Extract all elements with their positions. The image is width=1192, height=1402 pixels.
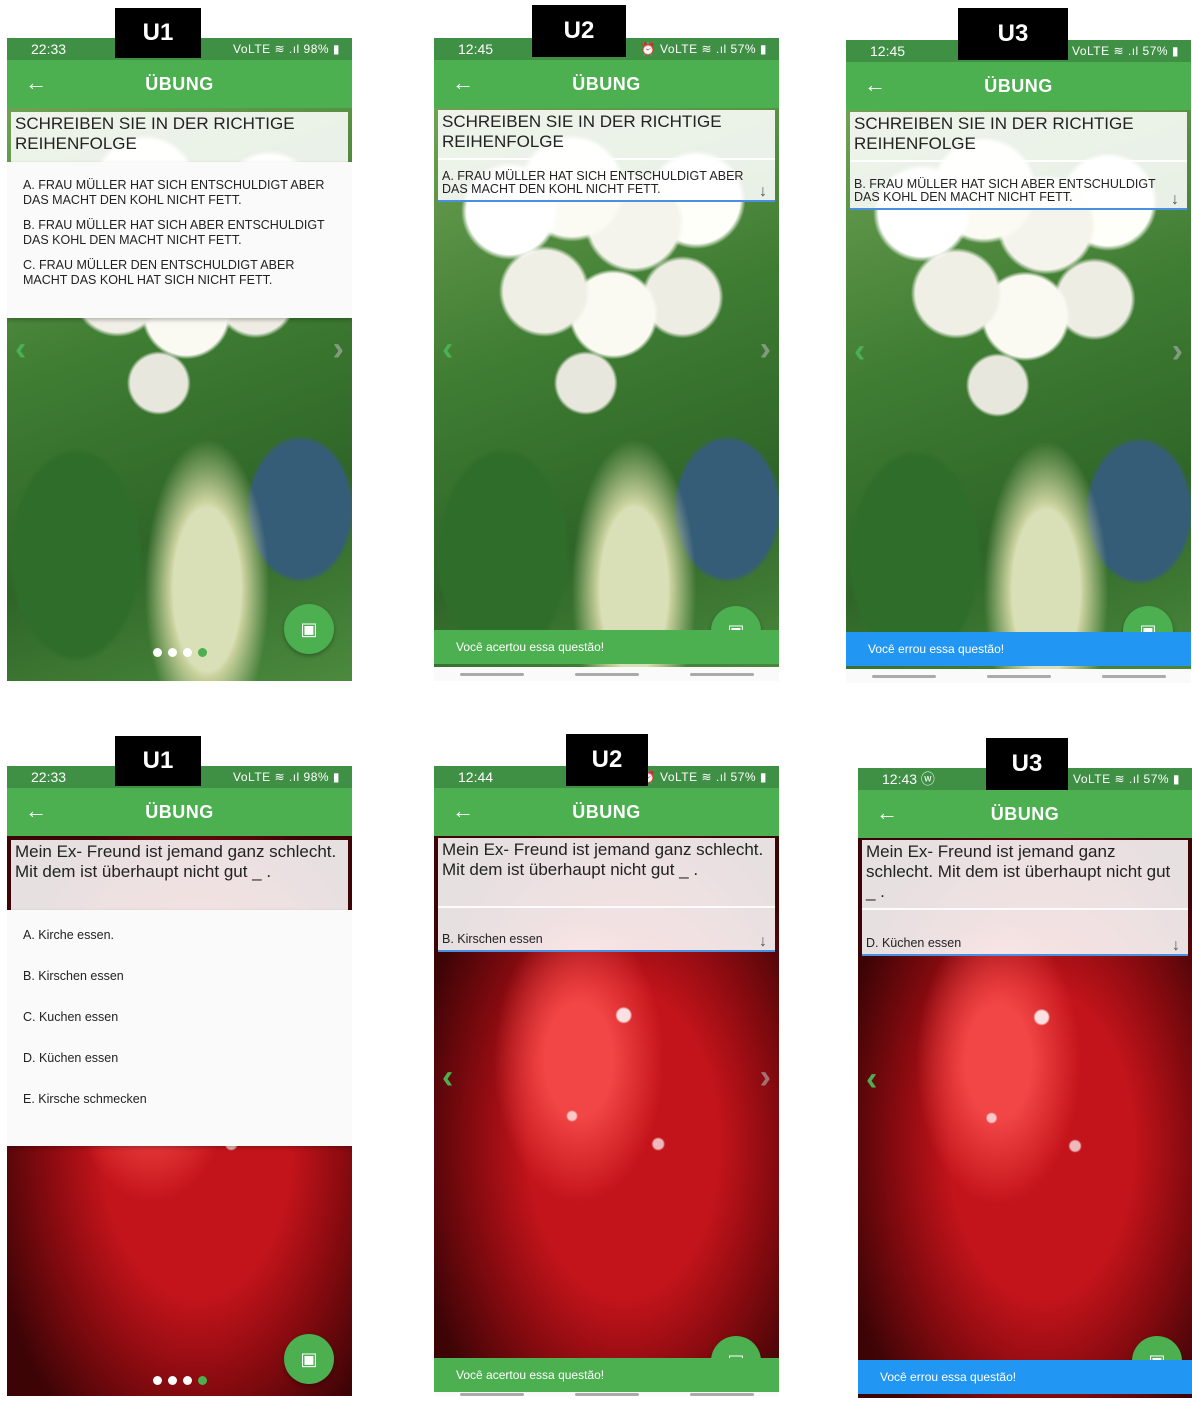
status-time: 12:45 — [870, 43, 906, 59]
question-text: Mein Ex- Freund ist jemand ganz schlecht… — [438, 838, 775, 908]
option-b[interactable]: B. Kirschen essen — [7, 965, 352, 1006]
app-bar: ← ÜBUNG — [7, 60, 352, 108]
status-icons: ⏰ VoLTE ≋ .ıl 57% ▮ — [640, 770, 767, 784]
snackbar-error: Você errou essa questão! — [858, 1360, 1192, 1394]
options-list: A. Kirche essen. B. Kirschen essen C. Ku… — [7, 910, 352, 1146]
page-dot — [167, 648, 177, 657]
app-bar: ← ÜBUNG — [858, 790, 1192, 838]
chevron-left-icon[interactable]: ‹ — [442, 1058, 453, 1097]
option-e[interactable]: E. Kirsche schmecken — [7, 1088, 352, 1113]
option-c[interactable]: C. FRAU MÜLLER DEN ENTSCHULDIGT ABER MAC… — [7, 254, 352, 294]
dropdown-selected: B. Kirschen essen — [442, 932, 543, 946]
snackbar-success: Você acertou essa questão! — [434, 1358, 779, 1392]
snackbar-error: Você errou essa questão! — [846, 632, 1191, 666]
option-b[interactable]: B. FRAU MÜLLER HAT SICH ABER ENTSCHULDIG… — [7, 214, 352, 254]
answer-dropdown[interactable]: A. FRAU MÜLLER HAT SICH ENTSCHULDIGT ABE… — [438, 158, 775, 202]
app-title: ÜBUNG — [990, 803, 1060, 824]
app-bar: ← ÜBUNG — [434, 60, 779, 108]
answer-dropdown[interactable]: D. Küchen essen ↓ — [862, 908, 1188, 956]
arrow-left-icon[interactable]: ← — [452, 798, 474, 824]
option-a[interactable]: A. Kirche essen. — [7, 924, 352, 965]
option-a[interactable]: A. FRAU MÜLLER HAT SICH ENTSCHULDIGT ABE… — [7, 174, 352, 214]
answer-dropdown[interactable]: B. FRAU MÜLLER HAT SICH ABER ENTSCHULDIG… — [850, 160, 1187, 210]
chevron-right-icon[interactable]: › — [333, 330, 344, 369]
arrow-left-icon[interactable]: ← — [876, 800, 898, 826]
option-d[interactable]: D. Küchen essen — [7, 1047, 352, 1088]
dropdown-selected: D. Küchen essen — [866, 936, 962, 950]
app-title: ÜBUNG — [572, 801, 641, 822]
question-text: Mein Ex- Freund ist jemand ganz schlecht… — [11, 840, 348, 910]
answer-dropdown[interactable]: B. Kirschen essen ↓ — [438, 906, 775, 952]
app-bar: ← ÜBUNG — [434, 788, 779, 836]
page-dot-active — [197, 648, 207, 657]
status-time: 12:45 — [458, 41, 494, 57]
nav-bar — [846, 669, 1191, 683]
label-u2-bottom: U2 — [566, 734, 648, 786]
screen-u2-row2: 12:44 ⏰ VoLTE ≋ .ıl 57% ▮ ← ÜBUNG Mein E… — [434, 766, 779, 1396]
arrow-left-icon[interactable]: ← — [452, 70, 474, 96]
page-dot — [167, 1376, 177, 1385]
status-time: 22:33 — [31, 769, 67, 785]
app-bar: ← ÜBUNG — [7, 788, 352, 836]
label-u1-top: U1 — [115, 8, 201, 58]
status-icons: VoLTE ≋ .ıl 98% ▮ — [233, 42, 340, 56]
status-time: 12:43 ⓦ — [882, 771, 935, 787]
save-button[interactable]: ▣ — [284, 1334, 334, 1384]
chevron-right-icon[interactable]: › — [760, 330, 771, 369]
app-bar: ← ÜBUNG — [846, 62, 1191, 110]
app-title: ÜBUNG — [572, 73, 641, 94]
chevron-left-icon[interactable]: ‹ — [15, 330, 26, 369]
dropdown-selected: A. FRAU MÜLLER HAT SICH ENTSCHULDIGT ABE… — [442, 169, 744, 196]
status-icons: VoLTE ≋ .ıl 98% ▮ — [233, 770, 340, 784]
app-title: ÜBUNG — [145, 801, 214, 822]
arrow-left-icon[interactable]: ← — [25, 70, 47, 96]
label-u3-bottom: U3 — [986, 738, 1068, 790]
status-icons: ⏰ VoLTE ≋ .ıl 57% ▮ — [1052, 44, 1179, 58]
status-time: 22:33 — [31, 41, 67, 57]
chevron-right-icon[interactable]: › — [760, 1058, 771, 1097]
question-text: SCHREIBEN SIE IN DER RICHTIGE REIHENFOLG… — [850, 112, 1187, 162]
chevron-left-icon[interactable]: ‹ — [866, 1060, 877, 1099]
label-u2-top: U2 — [532, 5, 626, 57]
screen-u1-row2: 22:33 VoLTE ≋ .ıl 98% ▮ ← ÜBUNG Mein Ex-… — [7, 766, 352, 1396]
screen-u1-row1: 22:33 VoLTE ≋ .ıl 98% ▮ ← ÜBUNG SCHREIBE… — [7, 38, 352, 681]
page-dot — [182, 1376, 192, 1385]
nav-bar — [434, 667, 779, 681]
app-title: ÜBUNG — [145, 73, 214, 94]
page-dot — [152, 1376, 162, 1385]
label-u3-top: U3 — [958, 8, 1068, 60]
status-time: 12:44 — [458, 769, 494, 785]
status-icons: ⏰ VoLTE ≋ .ıl 57% ▮ — [1053, 772, 1180, 786]
status-icons: ⏰ VoLTE ≋ .ıl 57% ▮ — [640, 42, 767, 56]
question-text: SCHREIBEN SIE IN DER RICHTIGE REIHENFOLG… — [11, 112, 348, 162]
snackbar-success: Você acertou essa questão! — [434, 630, 779, 664]
screen-u3-row2: 12:43 ⓦ ⏰ VoLTE ≋ .ıl 57% ▮ ← ÜBUNG Mein… — [858, 768, 1192, 1398]
arrow-down-icon: ↓ — [1171, 191, 1179, 208]
screen-u3-row1: 12:45 ⏰ VoLTE ≋ .ıl 57% ▮ ← ÜBUNG SCHREI… — [846, 40, 1191, 683]
label-u1-bottom: U1 — [115, 736, 201, 786]
page-indicator — [152, 1376, 207, 1385]
arrow-left-icon[interactable]: ← — [25, 798, 47, 824]
nav-bar — [434, 1392, 779, 1396]
page-dot — [152, 648, 162, 657]
arrow-left-icon[interactable]: ← — [864, 72, 886, 98]
option-c[interactable]: C. Kuchen essen — [7, 1006, 352, 1047]
screen-u2-row1: 12:45 ⏰ VoLTE ≋ .ıl 57% ▮ ← ÜBUNG SCHREI… — [434, 38, 779, 681]
chevron-left-icon[interactable]: ‹ — [854, 332, 865, 371]
page-dot-active — [197, 1376, 207, 1385]
question-text: Mein Ex- Freund ist jemand ganz schlecht… — [862, 840, 1188, 910]
arrow-down-icon: ↓ — [1172, 937, 1180, 954]
question-text: SCHREIBEN SIE IN DER RICHTIGE REIHENFOLG… — [438, 110, 775, 160]
chevron-right-icon[interactable]: › — [1172, 332, 1183, 371]
options-list: A. FRAU MÜLLER HAT SICH ENTSCHULDIGT ABE… — [7, 162, 352, 318]
arrow-down-icon: ↓ — [759, 183, 767, 200]
save-button[interactable]: ▣ — [284, 604, 334, 654]
page-indicator — [152, 648, 207, 657]
dropdown-selected: B. FRAU MÜLLER HAT SICH ABER ENTSCHULDIG… — [854, 177, 1156, 204]
app-title: ÜBUNG — [984, 75, 1053, 96]
page-dot — [182, 648, 192, 657]
chevron-left-icon[interactable]: ‹ — [442, 330, 453, 369]
arrow-down-icon: ↓ — [759, 933, 767, 950]
